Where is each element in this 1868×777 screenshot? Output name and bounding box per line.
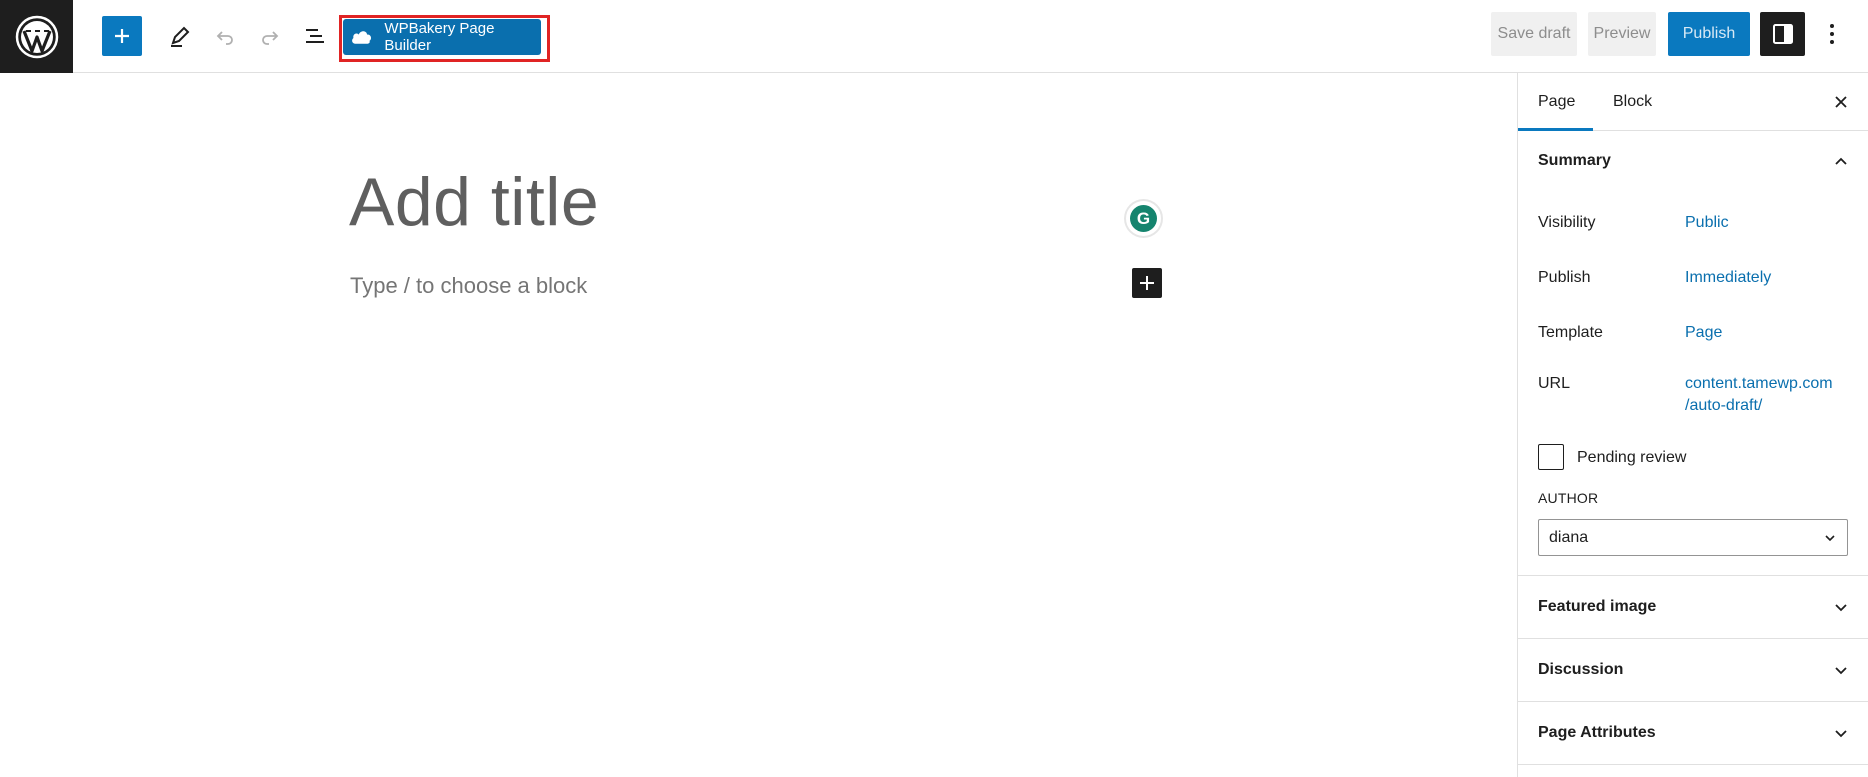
featured-image-title: Featured image xyxy=(1538,598,1657,615)
add-block-button[interactable] xyxy=(1132,268,1162,298)
undo-button[interactable] xyxy=(205,16,245,56)
tools-pen-button[interactable] xyxy=(160,16,200,56)
wpbakery-cloud-icon xyxy=(352,31,372,44)
author-select[interactable]: diana xyxy=(1538,519,1848,556)
tab-block[interactable]: Block xyxy=(1613,73,1652,131)
chevron-down-icon xyxy=(1835,604,1847,612)
chevron-up-icon xyxy=(1835,157,1847,165)
wpbakery-page-builder-button[interactable]: WPBakery Page Builder xyxy=(343,19,541,55)
editor-toolbar: WPBakery Page Builder Save draft Preview… xyxy=(0,0,1868,73)
post-title-input[interactable]: Add title xyxy=(349,163,599,241)
summary-panel-toggle[interactable]: Summary xyxy=(1518,131,1868,191)
discussion-title: Discussion xyxy=(1538,661,1624,678)
settings-sidebar: Page Block Summary Visibility Public Pub… xyxy=(1517,73,1868,777)
visibility-value[interactable]: Public xyxy=(1685,214,1729,232)
url-value[interactable]: content.tamewp.com /auto-draft/ xyxy=(1685,373,1833,417)
close-settings-button[interactable] xyxy=(1828,89,1854,115)
pending-review-label: Pending review xyxy=(1577,449,1687,466)
chevron-down-icon xyxy=(1835,730,1847,738)
url-label: URL xyxy=(1538,375,1571,392)
panel-divider xyxy=(1518,764,1868,765)
document-overview-button[interactable] xyxy=(295,16,335,56)
sidebar-tabs: Page Block xyxy=(1518,73,1868,131)
plus-icon xyxy=(115,29,129,43)
default-block-appender[interactable]: Type / to choose a block xyxy=(350,273,587,299)
publish-date-value[interactable]: Immediately xyxy=(1685,269,1771,287)
author-value: diana xyxy=(1549,528,1589,546)
featured-image-panel-toggle[interactable]: Featured image xyxy=(1518,576,1868,638)
close-icon xyxy=(1835,96,1847,108)
publish-button[interactable]: Publish xyxy=(1668,12,1750,56)
list-view-icon xyxy=(306,29,324,43)
page-attributes-panel-toggle[interactable]: Page Attributes xyxy=(1518,702,1868,764)
template-value[interactable]: Page xyxy=(1685,324,1722,342)
plus-icon xyxy=(1140,276,1154,290)
chevron-down-icon xyxy=(1825,534,1835,541)
save-draft-button[interactable]: Save draft xyxy=(1491,12,1577,56)
wpbakery-label: WPBakery Page Builder xyxy=(384,20,495,54)
undo-icon xyxy=(216,31,233,45)
pen-icon xyxy=(171,26,190,47)
discussion-panel-toggle[interactable]: Discussion xyxy=(1518,639,1868,701)
more-vertical-icon xyxy=(1830,24,1834,44)
preview-button[interactable]: Preview xyxy=(1588,12,1656,56)
publish-label: Publish xyxy=(1538,269,1591,286)
pending-review-checkbox[interactable] xyxy=(1538,444,1564,470)
author-label: AUTHOR xyxy=(1538,490,1599,506)
redo-icon xyxy=(262,31,279,45)
chevron-down-icon xyxy=(1835,667,1847,675)
url-line-1: content.tamewp.com xyxy=(1685,375,1833,392)
page-attributes-title: Page Attributes xyxy=(1538,724,1656,741)
settings-toggle-button[interactable] xyxy=(1760,12,1805,56)
options-menu-button[interactable] xyxy=(1812,12,1852,56)
block-inserter-button[interactable] xyxy=(102,16,142,56)
template-label: Template xyxy=(1538,324,1603,341)
redo-button[interactable] xyxy=(250,16,290,56)
editor-canvas: Add title Type / to choose a block G xyxy=(0,73,1517,777)
grammarly-button[interactable]: G xyxy=(1126,201,1161,236)
sidebar-icon xyxy=(1772,24,1793,44)
url-line-2: /auto-draft/ xyxy=(1685,397,1763,414)
summary-title: Summary xyxy=(1538,152,1611,169)
grammarly-icon: G xyxy=(1130,205,1157,232)
tab-page[interactable]: Page xyxy=(1538,73,1575,131)
wordpress-logo-icon[interactable] xyxy=(0,0,73,73)
visibility-label: Visibility xyxy=(1538,214,1596,231)
